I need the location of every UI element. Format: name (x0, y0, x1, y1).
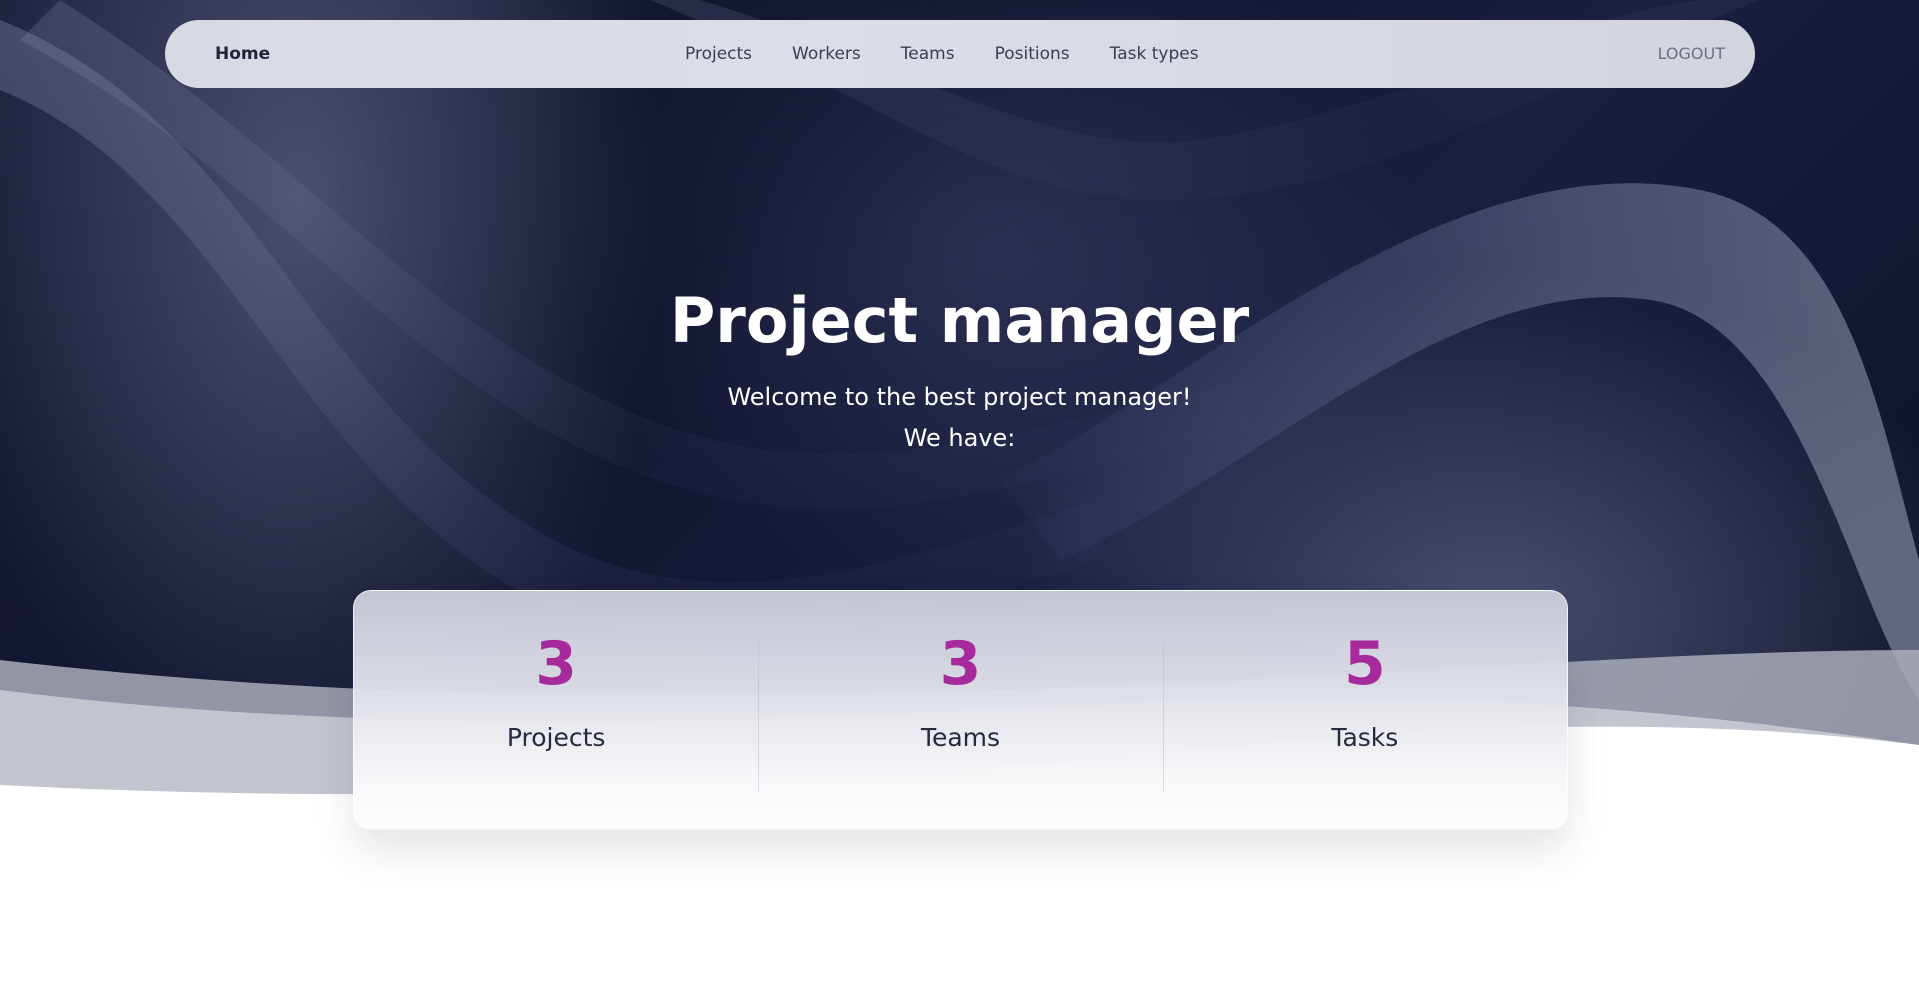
nav-home-link[interactable]: Home (215, 20, 270, 88)
home-page: Home Projects Workers Teams Positions Ta… (0, 0, 1919, 989)
nav-link-projects[interactable]: Projects (685, 44, 752, 64)
stat-label: Tasks (1331, 723, 1399, 752)
nav-link-teams[interactable]: Teams (901, 44, 955, 64)
stat-value: 3 (939, 629, 982, 699)
stat-value: 3 (535, 629, 578, 699)
stat-label: Teams (920, 723, 1001, 752)
stat-value: 5 (1343, 629, 1386, 699)
stat-teams: 3 Teams (758, 591, 1162, 829)
logout-button[interactable]: LOGOUT (1658, 20, 1725, 88)
stats-card: 3 Projects 3 Teams 5 Tasks (353, 590, 1568, 830)
page-title: Project manager (669, 284, 1250, 357)
stat-projects: 3 Projects (354, 591, 758, 829)
welcome-subtitle: Welcome to the best project manager! (727, 383, 1192, 411)
stat-label: Projects (506, 723, 606, 752)
nav-link-task-types[interactable]: Task types (1110, 44, 1199, 64)
nav-link-workers[interactable]: Workers (792, 44, 861, 64)
navbar: Home Projects Workers Teams Positions Ta… (165, 20, 1755, 88)
nav-links: Projects Workers Teams Positions Task ty… (685, 20, 1239, 88)
stat-tasks: 5 Tasks (1162, 591, 1567, 829)
we-have-subtitle: We have: (903, 424, 1016, 452)
hero-wave-divider (0, 650, 1919, 989)
nav-link-positions[interactable]: Positions (995, 44, 1070, 64)
